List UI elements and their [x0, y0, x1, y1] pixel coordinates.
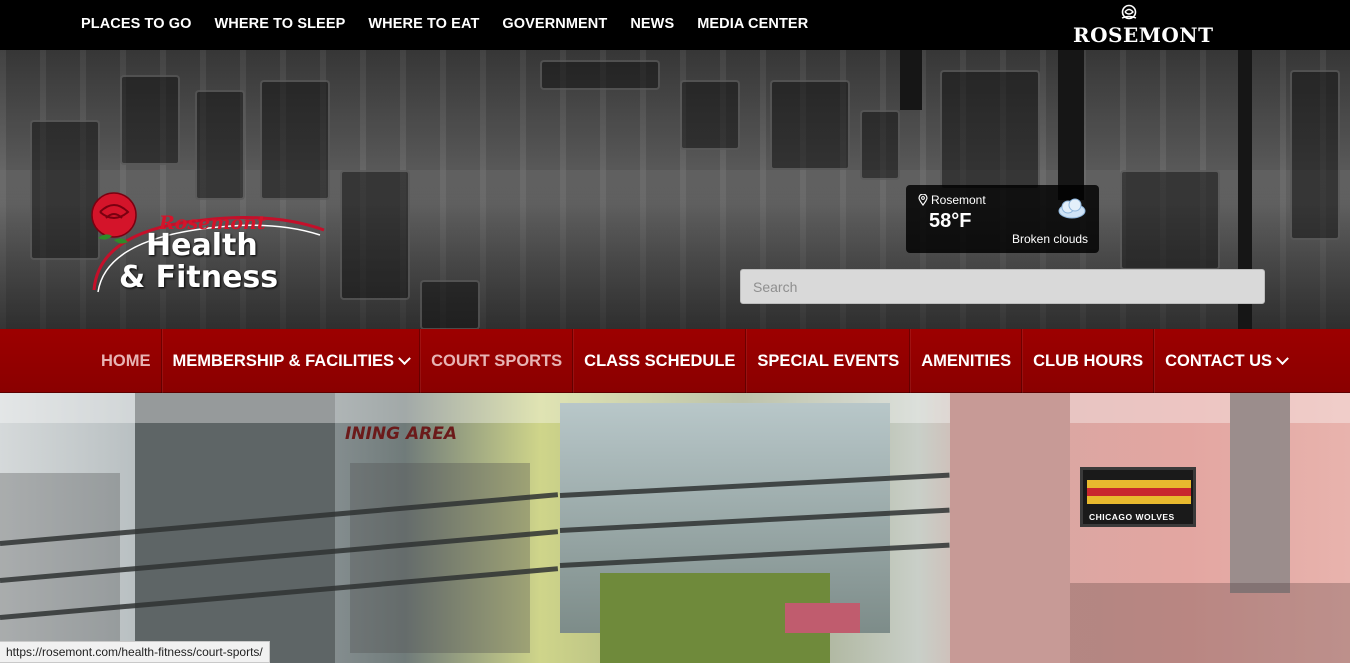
chicago-wolves-banner: CHICAGO WOLVES [1080, 467, 1196, 527]
training-area-sign: INING AREA [345, 424, 457, 444]
brand-name: ROSEMONT [1073, 23, 1214, 47]
pillar [1058, 50, 1084, 200]
top-nav-where-to-sleep[interactable]: WHERE TO SLEEP [215, 16, 346, 32]
banner-stripe [1087, 480, 1191, 488]
top-nav-news[interactable]: NEWS [630, 16, 674, 32]
top-nav-government[interactable]: GOVERNMENT [502, 16, 607, 32]
logo-health-text: Health [146, 228, 258, 263]
weather-temperature: 58°F [929, 210, 972, 232]
gym-machine [120, 75, 180, 165]
top-nav: PLACES TO GO WHERE TO SLEEP WHERE TO EAT… [81, 16, 831, 32]
gym-machine [195, 90, 245, 200]
chevron-down-icon [1276, 351, 1289, 365]
gym-machine [420, 280, 480, 330]
browser-status-url: https://rosemont.com/health-fitness/cour… [0, 641, 270, 663]
nav-item-special-events[interactable]: SPECIAL EVENTS [746, 329, 911, 393]
gym-machine [260, 80, 330, 200]
gym-machine [770, 80, 850, 170]
weather-location-text: Rosemont [931, 193, 986, 207]
equipment [1070, 583, 1350, 663]
gym-machine [940, 70, 1040, 190]
weight-rack [350, 463, 530, 653]
wall-column [950, 393, 1070, 663]
nav-item-amenities[interactable]: AMENITIES [910, 329, 1023, 393]
logo-fitness-text: & Fitness [119, 260, 279, 295]
gym-machine [340, 170, 410, 300]
top-nav-where-to-eat[interactable]: WHERE TO EAT [368, 16, 479, 32]
banner-stripe [1087, 488, 1191, 496]
weather-description: Broken clouds [1012, 232, 1089, 246]
pillar [900, 50, 922, 110]
rosemont-brand-logo[interactable]: ROSEMONT [1070, 4, 1213, 47]
nav-item-membership-facilities[interactable]: MEMBERSHIP & FACILITIES [161, 329, 421, 393]
main-nav: HOME MEMBERSHIP & FACILITIES COURT SPORT… [0, 329, 1350, 393]
nav-item-club-hours[interactable]: CLUB HOURS [1022, 329, 1155, 393]
nav-item-label: HOME [101, 351, 151, 370]
facility-slideshow-image[interactable]: INING AREA CHICAGO WOLVES [0, 393, 1350, 663]
nav-item-contact-us[interactable]: CONTACT US [1154, 329, 1297, 393]
nav-item-label: MEMBERSHIP & FACILITIES [172, 351, 395, 370]
location-pin-icon [918, 194, 928, 206]
rose-icon [1121, 4, 1137, 20]
chevron-down-icon [398, 351, 411, 365]
wall-column [1230, 393, 1290, 593]
weather-location: Rosemont [918, 193, 986, 207]
gym-machine [680, 80, 740, 150]
poster [785, 603, 860, 633]
nav-item-label: SPECIAL EVENTS [757, 351, 900, 370]
banner-text: CHICAGO WOLVES [1089, 512, 1175, 522]
weather-widget: Rosemont 58°F Broken clouds [906, 185, 1099, 253]
nav-item-label: COURT SPORTS [431, 351, 563, 370]
gym-machine [1290, 70, 1340, 240]
nav-item-label: AMENITIES [921, 351, 1012, 370]
nav-item-label: CLUB HOURS [1033, 351, 1144, 370]
search-input[interactable] [740, 269, 1265, 304]
nav-item-court-sports[interactable]: COURT SPORTS [420, 329, 574, 393]
gym-machine [540, 60, 660, 90]
nav-item-label: CLASS SCHEDULE [584, 351, 736, 370]
banner-stripe [1087, 496, 1191, 504]
top-nav-places-to-go[interactable]: PLACES TO GO [81, 16, 192, 32]
cloud-icon [1058, 198, 1086, 219]
nav-item-home[interactable]: HOME [91, 329, 162, 393]
health-fitness-logo[interactable]: Rosemont Health & Fitness [84, 190, 334, 300]
gym-machine [860, 110, 900, 180]
top-bar: PLACES TO GO WHERE TO SLEEP WHERE TO EAT… [0, 0, 1350, 50]
nav-item-class-schedule[interactable]: CLASS SCHEDULE [573, 329, 747, 393]
top-nav-media-center[interactable]: MEDIA CENTER [697, 16, 808, 32]
nav-item-label: CONTACT US [1165, 351, 1273, 370]
gym-machine [1120, 170, 1220, 270]
